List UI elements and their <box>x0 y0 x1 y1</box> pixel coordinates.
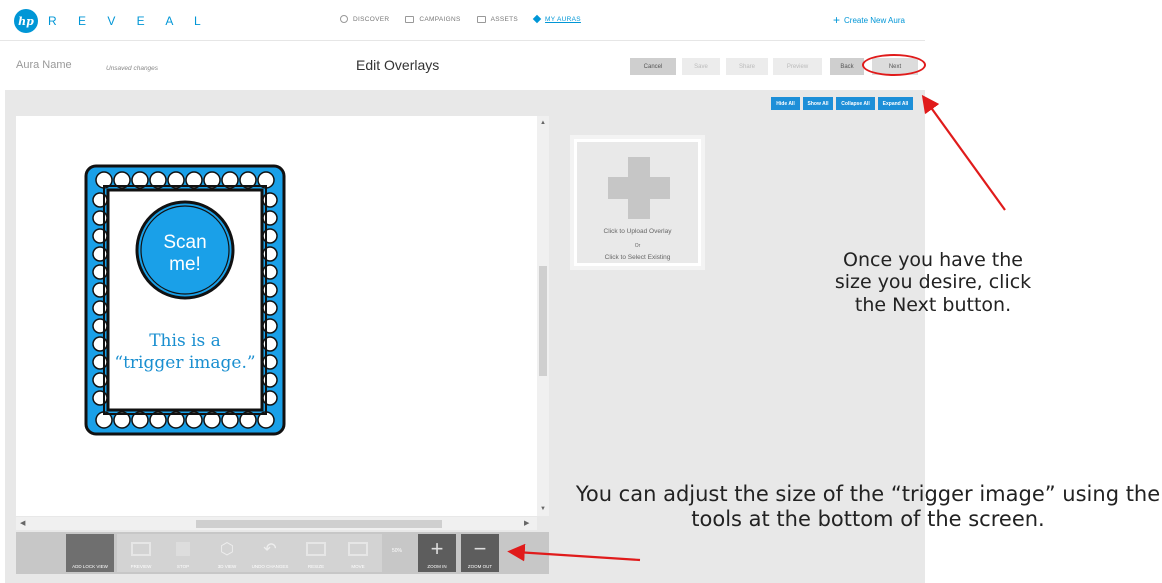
next-instruction-note: Once you have the size you desire, click… <box>834 249 1032 316</box>
arrow-to-expand-icon <box>921 94 1006 211</box>
arrow-to-toolbar-icon <box>507 543 641 562</box>
toolbar-instruction-note: You can adjust the size of the “trigger … <box>575 482 1161 531</box>
